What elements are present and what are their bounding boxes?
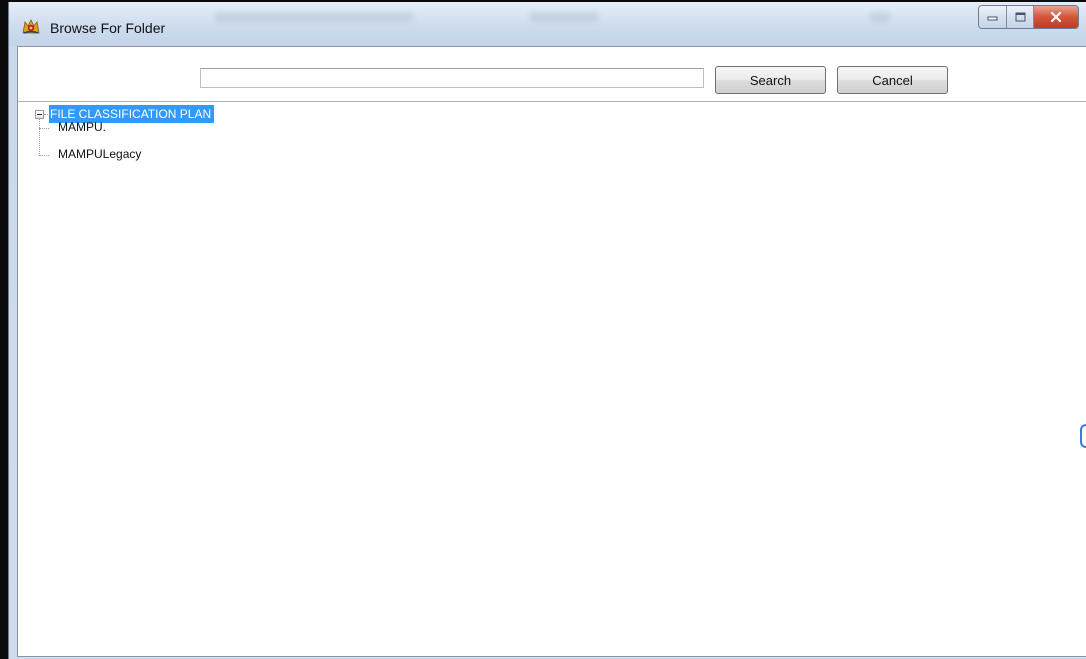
caption-buttons [978,5,1079,29]
minimize-button[interactable] [979,6,1007,28]
blurred-background-title [214,12,414,22]
tree-node-mampulegacy[interactable]: MAMPULegacy [58,146,141,163]
search-toolbar: Search Cancel [18,47,1086,102]
malaysia-crest-icon [21,18,41,35]
dialog-client-area: Search Cancel FILE CLASSIFICATION PLAN M… [17,46,1086,657]
minimize-icon [987,16,998,21]
collapse-toggle-icon[interactable] [35,110,44,119]
folder-tree[interactable]: FILE CLASSIFICATION PLAN MAMPU. MAMPULeg… [18,102,1086,656]
tree-connector [39,119,40,156]
tree-connector [39,128,49,129]
tree-node-mampu[interactable]: MAMPU. [58,119,106,136]
maximize-button[interactable] [1007,6,1034,28]
search-button[interactable]: Search [715,66,826,94]
browse-for-folder-dialog: Browse For Folder Search Cancel FILE CLA… [8,2,1086,659]
edge-artifact [1080,424,1086,448]
screen: Browse For Folder Search Cancel FILE CLA… [0,0,1086,659]
cancel-button[interactable]: Cancel [837,66,948,94]
blurred-background-title [869,12,891,22]
maximize-icon [1015,12,1025,22]
image-border-left [0,0,8,659]
window-title: Browse For Folder [50,20,166,36]
title-bar[interactable]: Browse For Folder [9,2,1086,46]
blurred-background-title [529,12,599,22]
search-input[interactable] [200,68,704,88]
tree-connector [39,155,49,156]
tree-connector [44,114,48,115]
close-button[interactable] [1034,6,1078,28]
close-icon [1050,12,1062,22]
